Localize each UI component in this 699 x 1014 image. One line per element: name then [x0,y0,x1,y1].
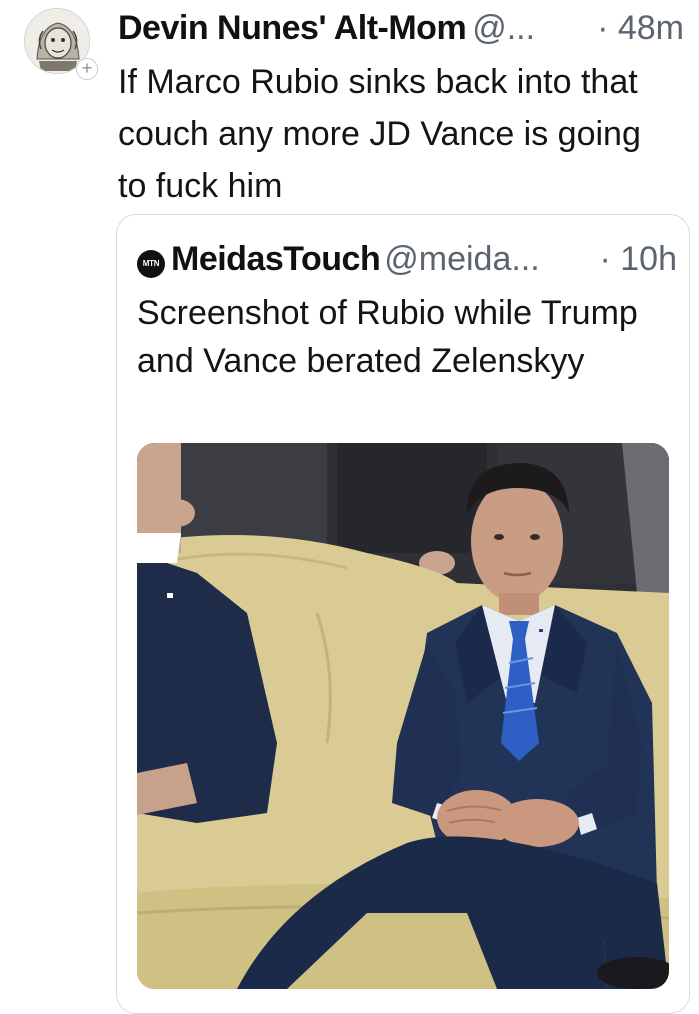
tweet-timestamp[interactable]: · 48m [597,8,684,48]
quoted-tweet-timestamp[interactable]: · 10h [600,239,678,279]
tweet-text: If Marco Rubio sinks back into that couc… [118,63,641,205]
tweet-header: Devin Nunes' Alt-Mom @... · 48m [118,8,692,48]
follow-plus-icon[interactable]: + [76,58,98,80]
quoted-tweet-text: Screenshot of Rubio while Trump and Vanc… [137,294,638,380]
photo-illustration [137,443,669,989]
quoted-display-name[interactable]: MeidasTouch [171,240,381,278]
avatar[interactable]: + [24,8,102,80]
user-handle[interactable]: @... [472,9,535,47]
quoted-tweet-header: MTN MeidasTouch @meida... · 10h [137,239,677,279]
quoted-user-handle[interactable]: @meida... [384,240,539,278]
quoted-tweet-photo[interactable] [137,443,669,989]
display-name[interactable]: Devin Nunes' Alt-Mom [118,9,467,47]
meidastouch-logo-icon: MTN [137,250,165,278]
quoted-tweet-card[interactable]: MTN MeidasTouch @meida... · 10h Screenshot… [116,214,690,1014]
